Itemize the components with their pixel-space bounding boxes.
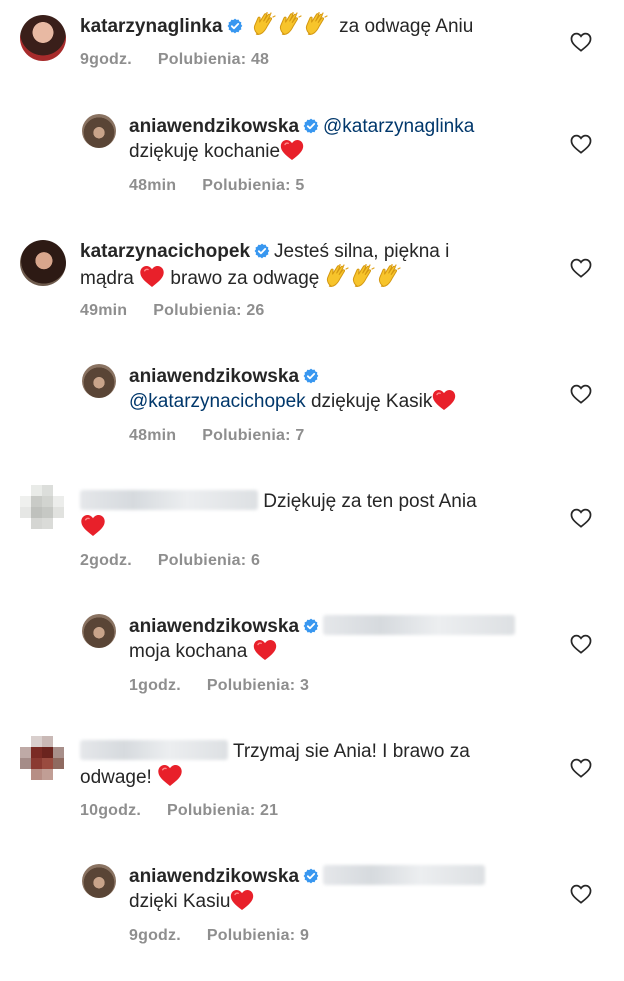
comment-text: odwage! — [80, 767, 152, 788]
mention-link[interactable]: @katarzynaglinka — [323, 116, 474, 137]
avatar[interactable] — [20, 240, 66, 286]
reply-likes[interactable]: Polubienia: 5 — [202, 177, 304, 194]
like-heart-icon[interactable] — [570, 258, 592, 278]
mention-link[interactable]: @katarzynacichopek — [129, 391, 306, 412]
comment-time[interactable]: 10godz. — [80, 802, 141, 819]
verified-badge-icon — [254, 243, 270, 259]
reply-text: dziękuję Kasik — [310, 391, 433, 412]
reply-time[interactable]: 9godz. — [129, 927, 181, 944]
avatar[interactable] — [82, 114, 116, 148]
comment-likes[interactable]: Polubienia: 6 — [158, 552, 260, 569]
blurred-mention[interactable] — [323, 865, 486, 885]
reply-username[interactable]: aniawendzikowska — [129, 866, 299, 887]
like-heart-icon[interactable] — [570, 32, 592, 52]
like-heart-icon[interactable] — [570, 758, 592, 778]
reply-username[interactable]: aniawendzikowska — [129, 616, 299, 637]
clapping-hands-emoji — [252, 12, 278, 36]
comment-item: Trzymaj sie Ania! I brawo za odwage! 10g… — [0, 735, 624, 835]
comment-time[interactable]: 49min — [80, 302, 127, 319]
clapping-hands-emoji — [351, 264, 377, 288]
like-heart-icon[interactable] — [570, 884, 592, 904]
reply-text: moja kochana — [129, 641, 248, 662]
reply-username[interactable]: aniawendzikowska — [129, 366, 299, 387]
comment-item: Dziękuję za ten post Ania 2godz. Polubien… — [0, 485, 624, 585]
comment-item: katarzynacichopek Jesteś silna, piękna i … — [0, 235, 624, 335]
verified-badge-icon — [303, 368, 319, 384]
avatar[interactable] — [82, 614, 116, 648]
verified-badge-icon — [303, 618, 319, 634]
comment-text: Jesteś silna, piękna i — [274, 241, 450, 262]
verified-badge-icon — [303, 118, 319, 134]
like-heart-icon[interactable] — [570, 634, 592, 654]
clapping-hands-emoji — [304, 12, 330, 36]
comment-text: mądra — [80, 268, 134, 289]
reply-time[interactable]: 48min — [129, 427, 176, 444]
blurred-username[interactable] — [80, 490, 258, 510]
comment-text: za odwagę Aniu — [339, 16, 474, 37]
avatar-pixelated[interactable] — [20, 736, 68, 784]
reply-text: dzięki Kasiu — [129, 891, 231, 912]
red-heart-emoji — [280, 139, 304, 161]
comment-likes[interactable]: Polubienia: 26 — [153, 302, 264, 319]
like-heart-icon[interactable] — [570, 384, 592, 404]
clapping-hands-emoji — [325, 264, 351, 288]
avatar[interactable] — [20, 15, 66, 61]
comment-text: Dziękuję za ten post Ania — [263, 491, 477, 512]
reply-likes[interactable]: Polubienia: 7 — [202, 427, 304, 444]
blurred-mention[interactable] — [323, 615, 516, 635]
red-heart-emoji — [157, 764, 183, 787]
comment-text: Trzymaj sie Ania! I brawo za — [232, 741, 470, 762]
like-heart-icon[interactable] — [570, 134, 592, 154]
reply-text: dziękuję kochanie — [129, 141, 281, 162]
comment-time[interactable]: 2godz. — [80, 552, 132, 569]
comment-time[interactable]: 9godz. — [80, 51, 132, 68]
verified-badge-icon — [227, 18, 243, 34]
comment-username[interactable]: katarzynaglinka — [80, 16, 223, 37]
reply-time[interactable]: 1godz. — [129, 677, 181, 694]
avatar-pixelated[interactable] — [20, 485, 68, 533]
comment-text: brawo za odwagę — [170, 268, 320, 289]
comment-item: katarzynaglinka za odwagę Aniu 9godz. Pol… — [0, 0, 624, 100]
red-heart-emoji — [139, 265, 165, 288]
comment-likes[interactable]: Polubienia: 48 — [158, 51, 269, 68]
red-heart-emoji — [432, 389, 456, 411]
reply-item: aniawendzikowska moja kochana 1godz. Polu… — [0, 610, 624, 710]
reply-item: aniawendzikowska @katarzynaglinka dziękuj… — [0, 110, 624, 210]
reply-likes[interactable]: Polubienia: 3 — [207, 677, 309, 694]
red-heart-emoji — [253, 639, 277, 661]
red-heart-emoji — [80, 514, 106, 537]
like-heart-icon[interactable] — [570, 508, 592, 528]
comment-likes[interactable]: Polubienia: 21 — [167, 802, 278, 819]
verified-badge-icon — [303, 868, 319, 884]
reply-item: aniawendzikowska dzięki Kasiu 9godz. Polu… — [0, 860, 624, 960]
avatar[interactable] — [82, 864, 116, 898]
blurred-username[interactable] — [80, 740, 228, 760]
clapping-hands-emoji — [377, 264, 403, 288]
reply-item: aniawendzikowska @katarzynacichopek dzię… — [0, 360, 624, 460]
clapping-hands-emoji — [278, 12, 304, 36]
reply-likes[interactable]: Polubienia: 9 — [207, 927, 309, 944]
avatar[interactable] — [82, 364, 116, 398]
reply-time[interactable]: 48min — [129, 177, 176, 194]
reply-username[interactable]: aniawendzikowska — [129, 116, 299, 137]
comment-username[interactable]: katarzynacichopek — [80, 241, 250, 262]
red-heart-emoji — [230, 889, 254, 911]
